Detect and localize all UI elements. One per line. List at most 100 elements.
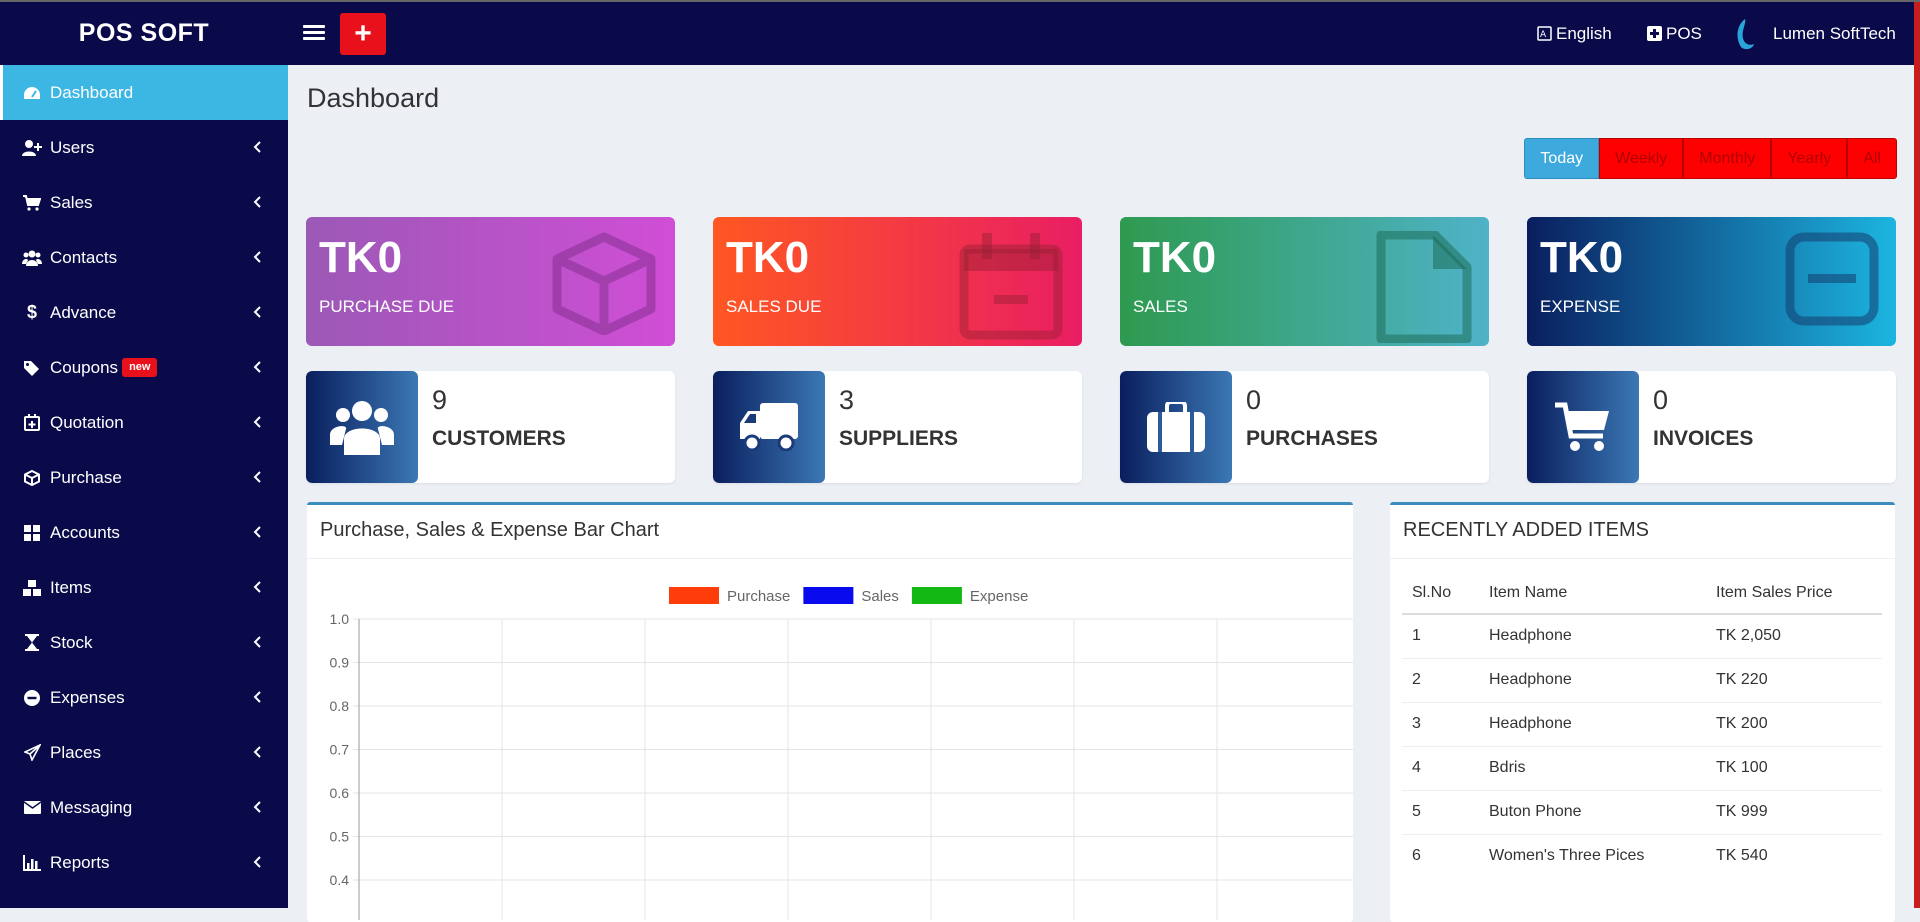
purchases-box[interactable]: 0 PURCHASES xyxy=(1120,371,1489,483)
table-row: 6 Women's Three Pices TK 540 xyxy=(1402,834,1882,878)
sidebar-item-label: Dashboard xyxy=(50,82,134,102)
chevron-left-icon xyxy=(253,636,261,648)
brand-logo[interactable]: POS SOFT xyxy=(0,2,288,65)
plus-square-icon xyxy=(1647,26,1662,41)
legend-swatch xyxy=(669,587,719,604)
customers-label: CUSTOMERS xyxy=(432,427,566,450)
customers-box[interactable]: 9 CUSTOMERS xyxy=(306,371,675,483)
sidebar-item-messaging[interactable]: Messaging xyxy=(0,780,288,835)
chevron-left-icon xyxy=(253,856,261,868)
chevron-left-icon xyxy=(253,526,261,538)
user-avatar xyxy=(1733,17,1755,51)
purchases-count: 0 xyxy=(1246,385,1262,415)
sidebar-item-coupons[interactable]: Coupons new xyxy=(0,340,288,395)
expense-card: TK0 EXPENSE xyxy=(1527,217,1896,346)
row-item-name: Buton Phone xyxy=(1479,790,1706,835)
row-item-name: Bdris xyxy=(1479,746,1706,791)
language-selector[interactable]: A English xyxy=(1537,2,1612,65)
suppliers-count: 3 xyxy=(839,385,855,415)
filter-yearly-button[interactable]: Yearly xyxy=(1771,138,1848,179)
row-sales-price: TK 220 xyxy=(1706,658,1882,703)
envelope-icon xyxy=(22,799,42,817)
quick-add-button[interactable]: + xyxy=(340,13,386,55)
chart-title: Purchase, Sales & Expense Bar Chart xyxy=(307,505,1353,559)
sidebar-item-sales[interactable]: Sales xyxy=(0,175,288,230)
sidebar: Dashboard Users Sales Contacts $ Advance… xyxy=(0,65,288,908)
sidebar-item-label: Purchase xyxy=(50,467,122,487)
bar-chart-icon xyxy=(22,854,42,872)
filter-weekly-button[interactable]: Weekly xyxy=(1599,138,1684,179)
user-name: Lumen SoftTech xyxy=(1773,23,1896,43)
sidebar-item-stock[interactable]: Stock xyxy=(0,615,288,670)
pos-link[interactable]: POS xyxy=(1647,2,1702,65)
paper-plane-icon xyxy=(22,744,42,762)
sidebar-item-quotation[interactable]: Quotation xyxy=(0,395,288,450)
filter-monthly-button[interactable]: Monthly xyxy=(1683,138,1772,179)
bar-chart-panel: Purchase, Sales & Expense Bar Chart Purc… xyxy=(307,502,1353,922)
sidebar-item-label: Sales xyxy=(50,192,93,212)
sidebar-item-purchase[interactable]: Purchase xyxy=(0,450,288,505)
sidebar-item-dashboard[interactable]: Dashboard xyxy=(0,65,288,120)
cart-icon xyxy=(22,194,42,212)
sidebar-item-label: Messaging xyxy=(50,797,133,817)
main-content: Dashboard Today Weekly Monthly Yearly Al… xyxy=(288,65,1914,922)
row-item-name: Women's Three Pices xyxy=(1479,834,1706,878)
column-header-item-name: Item Name xyxy=(1479,572,1706,615)
sidebar-item-label: Users xyxy=(50,137,95,157)
legend-swatch xyxy=(803,587,854,604)
table-row: 1 Headphone TK 2,050 xyxy=(1402,613,1882,659)
chevron-left-icon xyxy=(253,746,261,758)
row-slno: 1 xyxy=(1402,613,1479,659)
y-tick-label: 1.0 xyxy=(330,611,350,627)
sidebar-item-expenses[interactable]: Expenses xyxy=(0,670,288,725)
stat-value: TK0 xyxy=(1540,233,1624,282)
sidebar-item-contacts[interactable]: Contacts xyxy=(0,230,288,285)
sidebar-item-label: Expenses xyxy=(50,687,125,707)
sidebar-item-items[interactable]: Items xyxy=(0,560,288,615)
legend-swatch xyxy=(911,587,962,604)
cart-icon xyxy=(1527,371,1639,483)
chevron-left-icon xyxy=(253,141,261,153)
cube-icon xyxy=(552,232,656,335)
purchase-due-card: TK0 PURCHASE DUE xyxy=(306,217,675,346)
minus-square-icon xyxy=(1785,232,1879,326)
suppliers-box[interactable]: 3 SUPPLIERS xyxy=(713,371,1082,483)
language-icon: A xyxy=(1537,26,1552,41)
page-title: Dashboard xyxy=(307,83,440,113)
row-sales-price: TK 100 xyxy=(1706,746,1882,791)
stat-value: TK0 xyxy=(1133,233,1217,282)
stat-label: SALES DUE xyxy=(726,297,822,316)
column-header-slno: Sl.No xyxy=(1402,572,1479,615)
page-scrollbar[interactable] xyxy=(1914,2,1920,908)
stat-label: PURCHASE DUE xyxy=(319,297,455,316)
table-row: 4 Bdris TK 100 xyxy=(1402,746,1882,791)
sidebar-item-places[interactable]: Places xyxy=(0,725,288,780)
sidebar-item-label: Coupons xyxy=(50,357,119,377)
menu-toggle-icon[interactable] xyxy=(303,22,325,44)
customers-count: 9 xyxy=(432,385,448,415)
date-filter-group: Today Weekly Monthly Yearly All xyxy=(1524,138,1897,179)
language-label: English xyxy=(1556,23,1612,43)
recent-items-table: Sl.No Item Name Item Sales Price 1 Headph… xyxy=(1402,572,1882,878)
calendar-plus-icon xyxy=(22,414,42,432)
sidebar-item-reports[interactable]: Reports xyxy=(0,835,288,890)
new-badge: new xyxy=(122,358,158,377)
sidebar-item-users[interactable]: Users xyxy=(0,120,288,175)
user-menu[interactable]: Lumen SoftTech xyxy=(1733,2,1896,65)
sidebar-item-advance[interactable]: $ Advance xyxy=(0,285,288,340)
filter-all-button[interactable]: All xyxy=(1847,138,1897,179)
hourglass-icon xyxy=(22,634,42,652)
row-slno: 2 xyxy=(1402,658,1479,703)
chevron-left-icon xyxy=(253,251,261,263)
row-sales-price: TK 2,050 xyxy=(1706,613,1882,659)
invoices-box[interactable]: 0 INVOICES xyxy=(1527,371,1896,483)
row-slno: 4 xyxy=(1402,746,1479,791)
stat-value: TK0 xyxy=(319,233,403,282)
users-icon xyxy=(22,249,42,267)
sidebar-item-accounts[interactable]: Accounts xyxy=(0,505,288,560)
filter-today-button[interactable]: Today xyxy=(1524,138,1600,179)
grid-icon xyxy=(22,524,42,542)
invoices-count: 0 xyxy=(1653,385,1669,415)
pos-label: POS xyxy=(1666,23,1702,43)
sidebar-item-label: Stock xyxy=(50,632,93,652)
